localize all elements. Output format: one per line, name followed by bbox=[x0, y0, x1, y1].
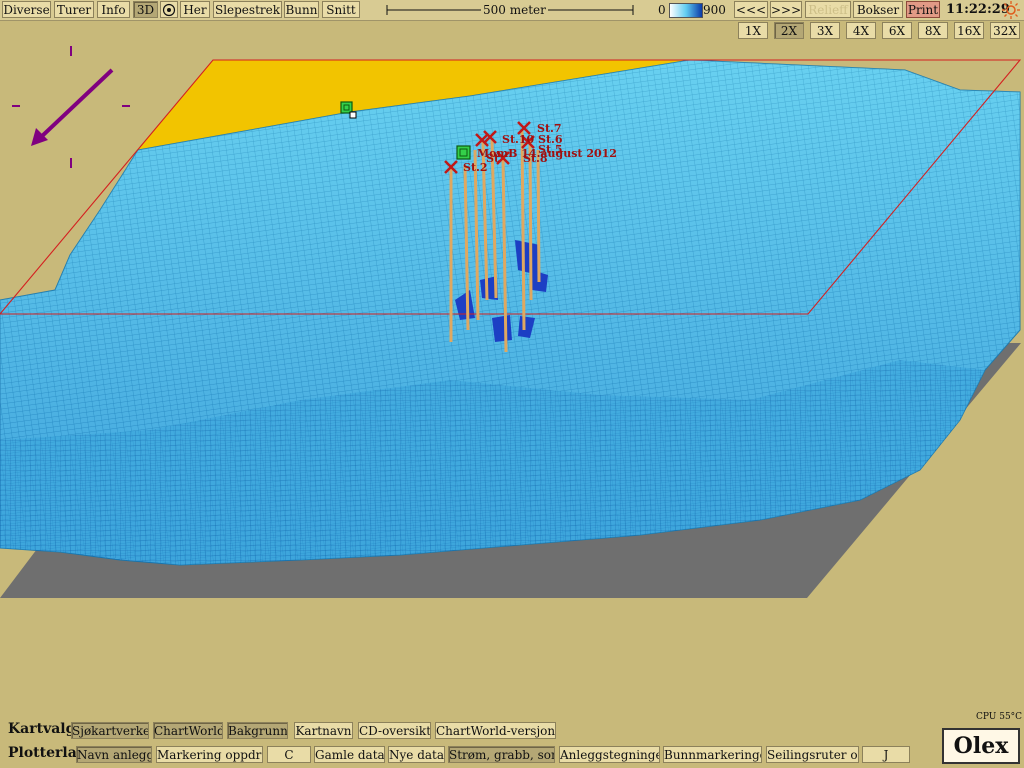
zoom-6x-button[interactable]: 6X bbox=[882, 22, 912, 39]
zoom-16x-button[interactable]: 16X bbox=[954, 22, 984, 39]
label-survey: MomB 14.august 2012 bbox=[477, 147, 617, 160]
label-st2: St.2 bbox=[463, 161, 488, 174]
prev-button[interactable]: <<< bbox=[734, 1, 768, 18]
snitt-button[interactable]: Snitt bbox=[322, 1, 360, 18]
plotterlag-item-2[interactable]: C bbox=[267, 746, 311, 763]
zoom-3x-button[interactable]: 3X bbox=[810, 22, 840, 39]
kartvalg-item-0[interactable]: Sjøkartverket bbox=[71, 722, 149, 739]
print-button[interactable]: Print bbox=[906, 1, 940, 18]
kartvalg-item-3[interactable]: Kartnavn bbox=[294, 722, 353, 739]
survey-marker-icon[interactable] bbox=[456, 145, 471, 160]
label-st10: St.10 bbox=[502, 133, 535, 146]
bokser-button[interactable]: Bokser bbox=[853, 1, 903, 18]
plotterlag-item-6[interactable]: Anleggstegninger bbox=[559, 746, 660, 763]
kartvalg-item-2[interactable]: Bakgrunn bbox=[227, 722, 288, 739]
target-icon bbox=[162, 3, 176, 17]
depth-min-label: 0 bbox=[658, 3, 666, 17]
3d-button[interactable]: 3D bbox=[133, 1, 158, 18]
zoom-4x-button[interactable]: 4X bbox=[846, 22, 876, 39]
diverse-button[interactable]: Diverse bbox=[2, 1, 51, 18]
info-button[interactable]: Info bbox=[97, 1, 130, 18]
kartvalg-item-5[interactable]: ChartWorld-versjoner bbox=[435, 722, 556, 739]
kartvalg-item-4[interactable]: CD-oversikt bbox=[358, 722, 431, 739]
cpu-temp: CPU 55°C bbox=[976, 712, 1023, 722]
plotterlag-item-0[interactable]: Navn anlegg bbox=[76, 746, 152, 763]
compass bbox=[12, 46, 130, 168]
zoom-32x-button[interactable]: 32X bbox=[990, 22, 1020, 39]
plotterlag-item-8[interactable]: Seilingsruter o.l. bbox=[766, 746, 859, 763]
next-button[interactable]: >>> bbox=[770, 1, 802, 18]
relieff-button[interactable]: Relieff bbox=[805, 1, 851, 18]
plotterlag-item-5[interactable]: Strøm, grabb, sonde bbox=[448, 746, 555, 763]
olex-logo: Olex bbox=[942, 728, 1020, 764]
slepestrek-button[interactable]: Slepestrek bbox=[213, 1, 282, 18]
her-button[interactable]: Her bbox=[180, 1, 210, 18]
kartvalg-title: Kartvalg bbox=[8, 721, 76, 737]
plotterlag-item-3[interactable]: Gamle data bbox=[314, 746, 385, 763]
plotterlag-item-7[interactable]: Bunnmarkeringer bbox=[663, 746, 762, 763]
plotterlag-item-1[interactable]: Markering oppdrett bbox=[156, 746, 263, 763]
depth-color-scale bbox=[669, 3, 703, 18]
scale-label: 500 meter bbox=[481, 3, 548, 17]
turer-button[interactable]: Turer bbox=[54, 1, 94, 18]
kartvalg-item-1[interactable]: ChartWorld bbox=[153, 722, 223, 739]
plotterlag-item-4[interactable]: Nye data bbox=[388, 746, 445, 763]
zoom-1x-button[interactable]: 1X bbox=[738, 22, 768, 39]
zoom-2x-button[interactable]: 2X bbox=[774, 22, 804, 39]
map-3d-view[interactable]: St.7 St.6 St.5 St.10 St.2 St.8 St MomB 1… bbox=[0, 40, 1024, 720]
bunn-button[interactable]: Bunn bbox=[284, 1, 319, 18]
plotterlag-item-9[interactable]: J bbox=[862, 746, 910, 763]
depth-max-label: 900 bbox=[703, 3, 726, 17]
target-button[interactable] bbox=[160, 1, 178, 18]
sun-icon[interactable] bbox=[1001, 1, 1021, 19]
plotterlag-title: Plotterlag bbox=[8, 745, 87, 761]
zoom-8x-button[interactable]: 8X bbox=[918, 22, 948, 39]
